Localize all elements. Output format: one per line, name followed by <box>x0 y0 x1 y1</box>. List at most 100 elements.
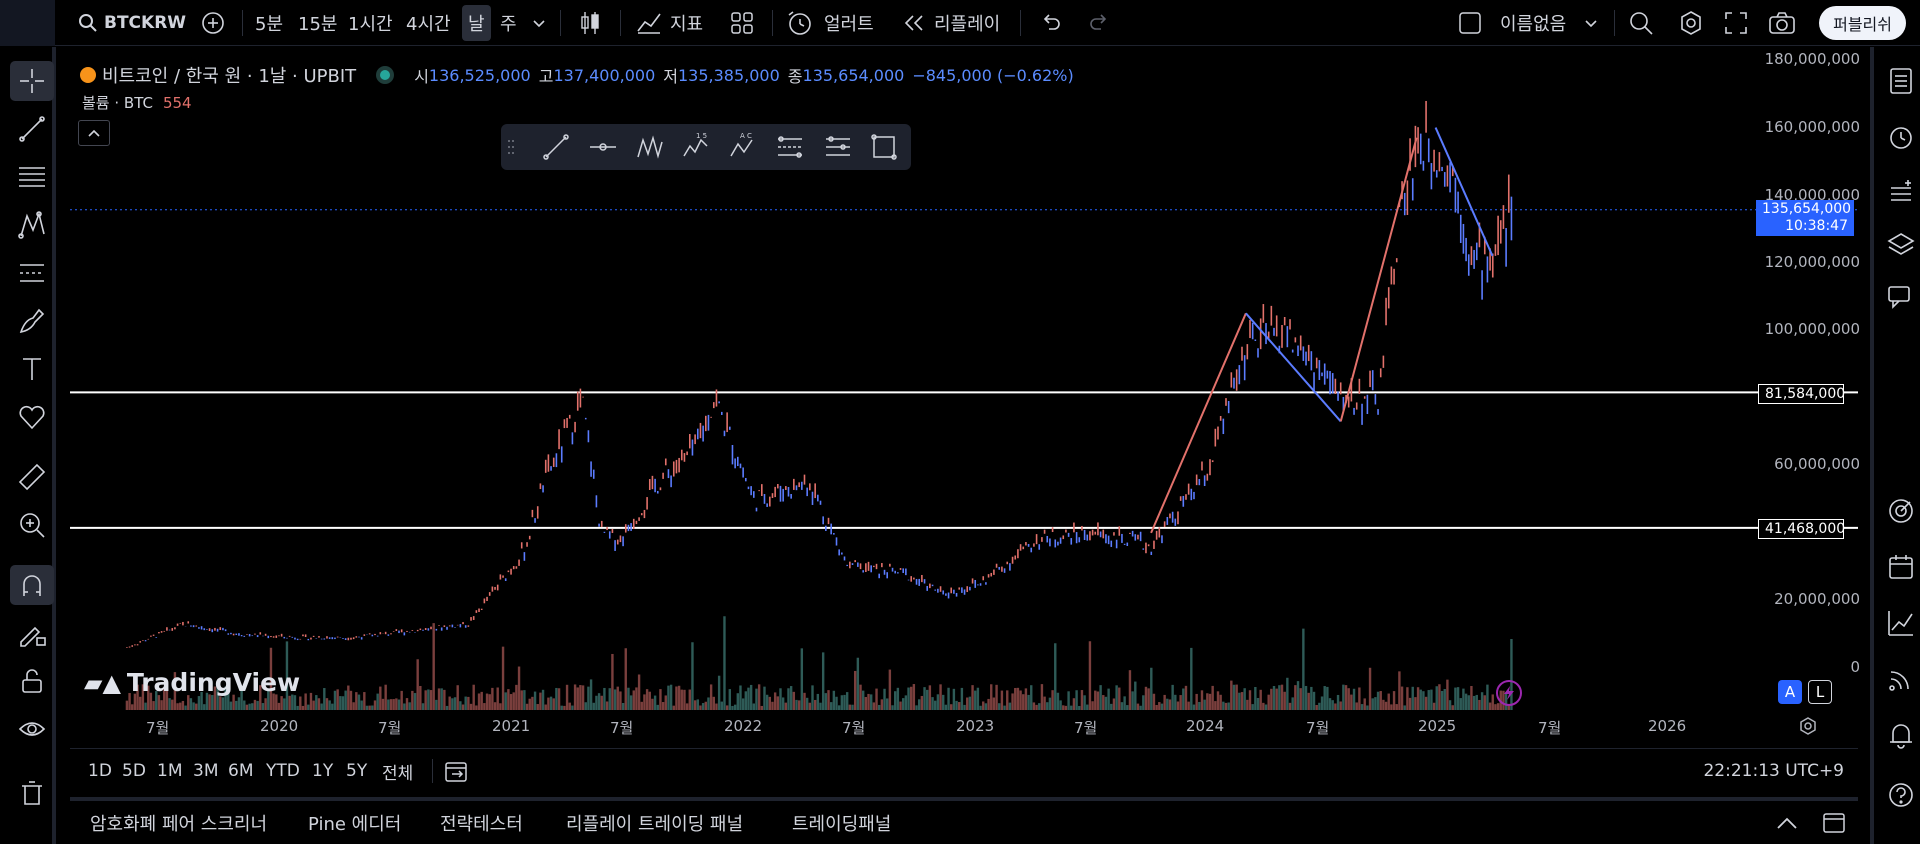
elliott-wave-button[interactable]: 1 5 <box>679 131 713 163</box>
text-tool[interactable] <box>10 349 54 389</box>
chart-pane[interactable] <box>70 50 1858 710</box>
replay-button[interactable]: 리플레이 <box>902 0 1000 46</box>
rectangle-button[interactable] <box>867 131 901 163</box>
maximize-panel-button[interactable] <box>1822 801 1846 844</box>
goto-date-button[interactable] <box>444 749 470 793</box>
zoom-tool[interactable] <box>10 505 54 545</box>
watchlist-button[interactable] <box>1882 61 1920 101</box>
bitcoin-logo-icon <box>80 67 96 83</box>
abc-wave-button[interactable]: A C <box>726 131 760 163</box>
xabcd-pattern-button[interactable] <box>633 131 667 163</box>
lock-drawings-tool[interactable] <box>10 661 54 701</box>
axis-settings-button[interactable] <box>1798 716 1818 740</box>
tab-pine-editor[interactable]: Pine 에디터 <box>308 801 401 844</box>
range-ytd[interactable]: YTD <box>266 749 300 793</box>
hide-drawings-tool[interactable] <box>10 709 54 749</box>
magnet-tool[interactable] <box>10 565 54 605</box>
settings-button[interactable] <box>1678 0 1704 46</box>
app-logo[interactable] <box>0 0 55 46</box>
hline-price-tag-2[interactable]: 41,468,000 <box>1758 519 1845 539</box>
lightning-icon[interactable] <box>1496 680 1522 706</box>
magnet-icon <box>23 575 41 596</box>
calendar-button[interactable] <box>1882 547 1920 587</box>
trash-icon <box>22 781 42 805</box>
pattern-tool[interactable] <box>10 205 54 245</box>
hline-price-tag-1[interactable]: 81,584,000 <box>1758 384 1845 404</box>
range-1m[interactable]: 1M <box>157 749 182 793</box>
interval-4h[interactable]: 4시간 <box>406 0 451 46</box>
volume-legend[interactable]: 볼륨 · BTC 554 <box>82 92 192 113</box>
price-chart[interactable] <box>70 50 1858 710</box>
interval-1d[interactable]: 날 <box>462 5 491 41</box>
timezone-clock[interactable]: 22:21:13 UTC+9 <box>1703 749 1844 793</box>
crosshair-icon <box>20 69 44 93</box>
interval-dropdown[interactable] <box>532 0 546 46</box>
data-window-button[interactable] <box>1882 603 1920 643</box>
pencil-lock-icon <box>20 626 46 647</box>
crosshair-tool[interactable] <box>10 61 54 101</box>
range-6m[interactable]: 6M <box>228 749 253 793</box>
series-legend[interactable]: 비트코인 / 한국 원 · 1날 · UPBIT 시 136,525,000 고1… <box>80 62 1074 88</box>
tab-crypto-screener[interactable]: 암호화폐 페어 스크리너 <box>90 801 267 844</box>
log-scale-button[interactable]: L <box>1808 680 1832 704</box>
tab-strategy-tester[interactable]: 전략테스터 <box>440 801 523 844</box>
tab-trading-panel[interactable]: 트레이딩패널 <box>792 801 891 844</box>
collapse-legend-button[interactable] <box>78 120 110 146</box>
alert-button[interactable]: 얼러트 <box>786 0 874 46</box>
remove-drawings-tool[interactable] <box>10 773 54 813</box>
chat-button[interactable] <box>1882 277 1920 317</box>
icon-tool[interactable] <box>10 397 54 437</box>
stay-in-drawing-tool[interactable] <box>10 613 54 653</box>
object-tree-button[interactable] <box>1882 173 1920 213</box>
interval-15m[interactable]: 15분 <box>298 0 337 46</box>
alerts-panel-button[interactable] <box>1882 117 1920 157</box>
interval-5m[interactable]: 5분 <box>255 0 283 46</box>
projection-tool[interactable] <box>10 253 54 293</box>
snapshot-button[interactable] <box>1768 0 1796 46</box>
gear-icon <box>1681 11 1701 35</box>
fib-retracement-button[interactable] <box>773 131 807 163</box>
horizontal-ray-button[interactable] <box>586 131 620 163</box>
compare-symbol-button[interactable] <box>200 0 226 46</box>
volume-value: 554 <box>162 93 192 112</box>
range-5d[interactable]: 5D <box>122 749 146 793</box>
undo-button[interactable] <box>1040 0 1062 46</box>
ideas-button[interactable] <box>1882 491 1920 531</box>
templates-button[interactable] <box>730 0 754 46</box>
trendline-tool[interactable] <box>10 109 54 149</box>
news-button[interactable] <box>1882 659 1920 699</box>
fib-extension-button[interactable] <box>821 131 855 163</box>
range-3m[interactable]: 3M <box>193 749 218 793</box>
auto-scale-button[interactable]: A <box>1778 680 1802 704</box>
price-tick: 100,000,000 <box>1764 320 1860 338</box>
trend-line-button[interactable] <box>539 131 573 163</box>
chevron-up-icon <box>88 129 100 137</box>
brush-tool[interactable] <box>10 301 54 341</box>
indicators-button[interactable]: 지표 <box>636 0 703 46</box>
projection-icon <box>20 264 44 282</box>
notifications-button[interactable] <box>1882 715 1920 755</box>
fullscreen-button[interactable] <box>1724 0 1748 46</box>
range-all[interactable]: 전체 <box>382 749 413 793</box>
expand-panel-button[interactable] <box>1776 801 1798 844</box>
interval-1w[interactable]: 주 <box>500 0 517 46</box>
tab-replay-trading[interactable]: 리플레이 트레이딩 패널 <box>566 801 743 844</box>
chart-type-button[interactable] <box>578 0 602 46</box>
fib-tool[interactable] <box>10 157 54 197</box>
time-tick: 7월 <box>610 719 634 737</box>
help-button[interactable] <box>1882 775 1920 815</box>
range-1y[interactable]: 1Y <box>312 749 333 793</box>
range-1d[interactable]: 1D <box>88 749 112 793</box>
quick-search-button[interactable] <box>1628 0 1654 46</box>
publish-button[interactable]: 퍼블리쉬 <box>1819 6 1906 40</box>
redo-button[interactable] <box>1088 0 1110 46</box>
calendar-arrow-icon <box>445 762 467 782</box>
interval-1h[interactable]: 1시간 <box>348 0 393 46</box>
symbol-search[interactable]: BTCKRW <box>78 0 186 46</box>
drag-handle[interactable] <box>503 131 519 163</box>
search-icon <box>79 14 97 32</box>
layout-button[interactable]: 이름없음 <box>1458 0 1598 46</box>
range-5y[interactable]: 5Y <box>346 749 367 793</box>
layers-button[interactable] <box>1882 225 1920 265</box>
measure-tool[interactable] <box>10 457 54 497</box>
